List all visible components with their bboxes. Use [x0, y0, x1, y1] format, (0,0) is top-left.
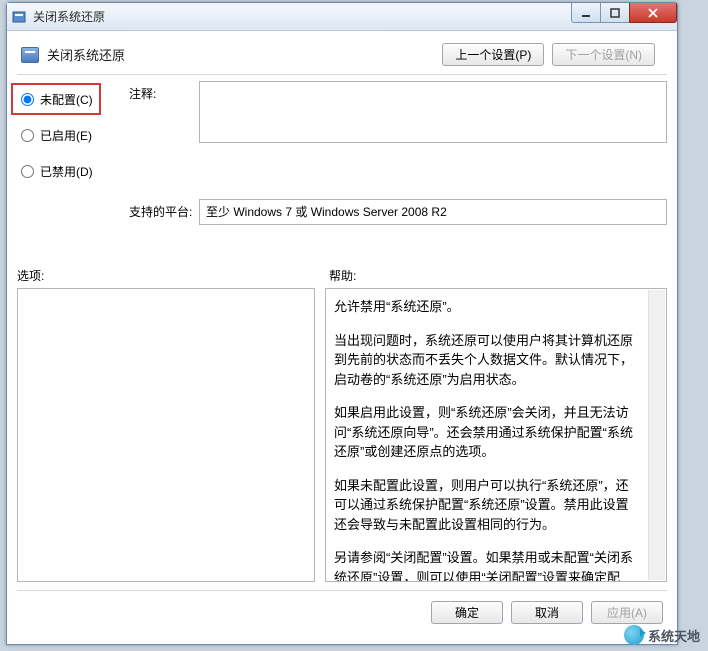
radio-not-configured-label: 未配置(C) [40, 91, 93, 108]
comment-textarea[interactable] [199, 81, 667, 143]
header-row: 关闭系统还原 上一个设置(P) 下一个设置(N) [17, 35, 667, 70]
platform-label: 支持的平台: [129, 199, 199, 220]
help-label: 帮助: [329, 267, 356, 284]
window-controls [572, 3, 677, 23]
help-paragraph: 允许禁用“系统还原”。 [334, 297, 640, 317]
comment-label: 注释: [129, 81, 199, 102]
help-paragraph: 当出现问题时，系统还原可以使用户将其计算机还原到先前的状态而不丢失个人数据文件。… [334, 331, 640, 390]
cancel-button[interactable]: 取消 [511, 601, 583, 624]
radio-not-configured-highlight: 未配置(C) [11, 83, 101, 115]
watermark-logo-icon [624, 625, 644, 645]
close-button[interactable] [629, 3, 677, 23]
options-panel [17, 288, 315, 582]
policy-icon [21, 47, 39, 63]
watermark: 系统天地 [624, 625, 700, 645]
maximize-button[interactable] [600, 3, 630, 23]
divider [17, 74, 667, 75]
radio-not-configured-input[interactable] [21, 93, 34, 106]
radio-disabled-input[interactable] [21, 165, 34, 178]
radio-enabled-label: 已启用(E) [40, 127, 92, 144]
app-icon [11, 9, 27, 25]
help-panel: 允许禁用“系统还原”。 当出现问题时，系统还原可以使用户将其计算机还原到先前的状… [325, 288, 667, 582]
next-setting-button[interactable]: 下一个设置(N) [552, 43, 655, 66]
platform-text: 至少 Windows 7 或 Windows Server 2008 R2 [199, 199, 667, 225]
config-row: 未配置(C) 已启用(E) 已禁用(D) 注释: [17, 81, 667, 193]
help-paragraph: 另请参阅“关闭配置”设置。如果禁用或未配置“关闭系统还原”设置，则可以使用“关闭… [334, 548, 640, 582]
options-label: 选项: [17, 267, 329, 284]
policy-title: 关闭系统还原 [47, 45, 125, 64]
radio-enabled-input[interactable] [21, 129, 34, 142]
radio-disabled-label: 已禁用(D) [40, 163, 93, 180]
panels-row: 允许禁用“系统还原”。 当出现问题时，系统还原可以使用户将其计算机还原到先前的状… [17, 288, 667, 582]
help-text: 允许禁用“系统还原”。 当出现问题时，系统还原可以使用户将其计算机还原到先前的状… [334, 297, 658, 582]
ok-button[interactable]: 确定 [431, 601, 503, 624]
dialog-content: 关闭系统还原 上一个设置(P) 下一个设置(N) 未配置(C) [7, 31, 677, 644]
radio-disabled[interactable]: 已禁用(D) [19, 159, 93, 183]
help-paragraph: 如果未配置此设置，则用户可以执行“系统还原”，还可以通过系统保护配置“系统还原”… [334, 476, 640, 535]
panel-labels: 选项: 帮助: [17, 267, 667, 284]
radio-not-configured[interactable]: 未配置(C) [19, 87, 93, 111]
help-paragraph: 如果启用此设置，则“系统还原”会关闭，并且无法访问“系统还原向导”。还会禁用通过… [334, 403, 640, 462]
radio-enabled[interactable]: 已启用(E) [19, 123, 92, 147]
dialog-window: 关闭系统还原 关闭系统还原 上一个设置(P) 下一个设置(N) [6, 2, 678, 645]
minimize-button[interactable] [571, 3, 601, 23]
platform-row: 支持的平台: 至少 Windows 7 或 Windows Server 200… [17, 199, 667, 225]
previous-setting-button[interactable]: 上一个设置(P) [442, 43, 544, 66]
scrollbar[interactable] [648, 290, 665, 580]
watermark-text: 系统天地 [648, 626, 700, 645]
footer: 确定 取消 应用(A) [17, 590, 667, 634]
window-title: 关闭系统还原 [33, 8, 105, 25]
apply-button[interactable]: 应用(A) [591, 601, 663, 624]
titlebar[interactable]: 关闭系统还原 [7, 3, 677, 31]
